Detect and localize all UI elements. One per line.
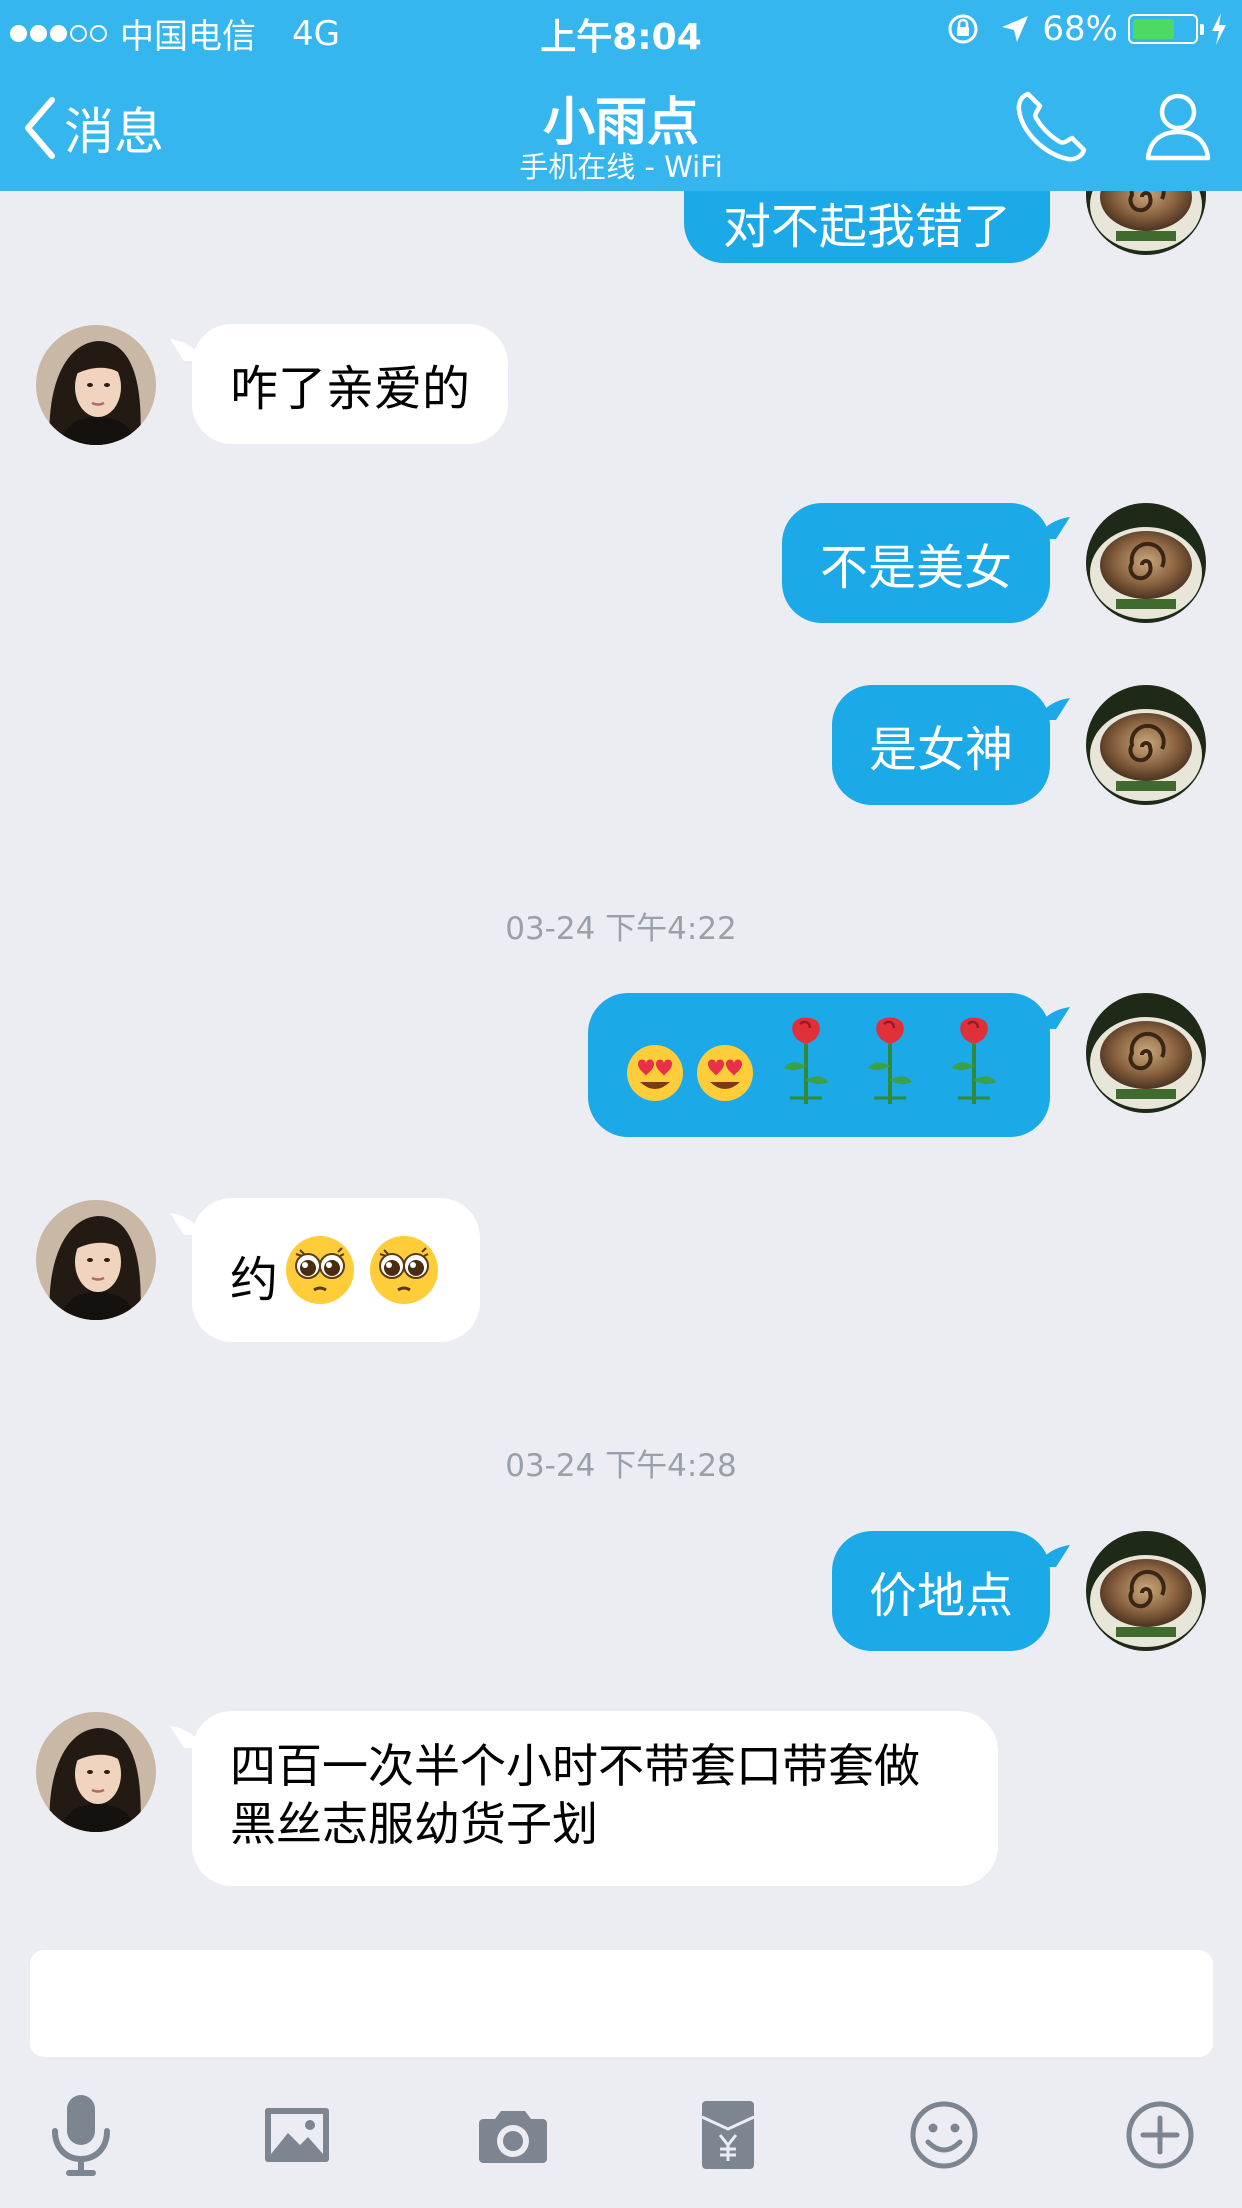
microphone-icon (52, 2095, 110, 2176)
woman-portrait-image (36, 1712, 156, 1832)
red-packet-icon (701, 2101, 755, 2169)
battery-level-fill (1133, 19, 1174, 39)
pleading-face-icon (286, 1236, 355, 1304)
message-text: 咋了亲爱的 (230, 361, 471, 417)
coffee-cup-image (1086, 685, 1206, 805)
rose-icon (784, 1017, 828, 1104)
message-text: 对不起我错了 (722, 199, 1011, 255)
coffee-cup-image (1086, 1531, 1206, 1651)
camera-button[interactable] (468, 2090, 558, 2180)
image-button[interactable] (252, 2090, 342, 2180)
charging-bolt-icon (1212, 13, 1226, 45)
message-bubble-incoming[interactable]: 约 (192, 1198, 480, 1342)
status-bar: 中国电信 4G 上午8:04 68% (0, 0, 1242, 60)
message-text: 是女神 (868, 722, 1013, 778)
coffee-cup-image (1086, 503, 1206, 623)
message-text: 不是美女 (819, 540, 1012, 596)
input-toolbar (0, 2090, 1242, 2200)
contact-avatar[interactable] (36, 325, 156, 445)
contact-avatar[interactable] (36, 1712, 156, 1832)
coffee-cup-image (1086, 993, 1206, 1113)
contact-avatar[interactable] (36, 1200, 156, 1320)
message-bubble-outgoing[interactable]: 价地点 (832, 1531, 1050, 1651)
timestamp: 03-24 下午4:28 (505, 1448, 737, 1484)
woman-portrait-image (36, 325, 156, 445)
message-bubble-incoming[interactable]: 咋了亲爱的 (192, 324, 508, 444)
my-avatar[interactable] (1086, 503, 1206, 623)
message-input[interactable] (30, 1950, 1213, 2057)
plus-icon (1126, 2101, 1194, 2169)
woman-portrait-image (36, 1200, 156, 1320)
header: 中国电信 4G 上午8:04 68% 消息 小雨点 手机在线 - WiFi (0, 0, 1242, 191)
more-button[interactable] (1115, 2090, 1205, 2180)
message-bubble-outgoing[interactable]: 对不起我错了 (684, 191, 1050, 263)
my-avatar[interactable] (1086, 993, 1206, 1113)
pleading-face-icon (370, 1236, 439, 1304)
chat-area[interactable]: 对不起我错了 咋了亲爱的 不是美女 是女神 03-24 下午4:22 约 03-… (0, 191, 1242, 1936)
person-icon (1145, 93, 1211, 161)
message-text-line-2: 黑丝志服幼货子划 (230, 1797, 598, 1851)
phone-icon (1016, 91, 1087, 162)
bubble-tail (1036, 1007, 1070, 1029)
location-arrow-icon (1002, 16, 1029, 42)
bubble-tail (1036, 1545, 1070, 1567)
emoji-button[interactable] (899, 2090, 989, 2180)
rose-icon (868, 1017, 912, 1104)
message-text: 价地点 (868, 1568, 1013, 1624)
red-packet-button[interactable] (683, 2090, 773, 2180)
message-text-line-1: 四百一次半个小时不带套口带套做 (230, 1739, 920, 1793)
my-avatar[interactable] (1086, 1531, 1206, 1651)
bubble-tail (1036, 517, 1070, 539)
call-button[interactable] (1012, 88, 1090, 170)
timestamp: 03-24 下午4:22 (505, 911, 737, 947)
emoji-icon (910, 2101, 978, 2169)
bubble-tail (1036, 698, 1070, 720)
battery-percent: 68% (1042, 9, 1118, 49)
message-bubble-incoming[interactable]: 四百一次半个小时不带套口带套做 黑丝志服幼货子划 (192, 1711, 998, 1886)
camera-icon (479, 2111, 547, 2163)
heart-eyes-face-icon (627, 1045, 683, 1101)
coffee-cup-image (1086, 191, 1206, 255)
my-avatar[interactable] (1086, 685, 1206, 805)
message-bubble-outgoing[interactable]: 是女神 (832, 685, 1050, 805)
rotation-lock-icon (948, 14, 978, 44)
battery-icon (1128, 14, 1198, 44)
my-avatar[interactable] (1086, 191, 1206, 255)
rose-icon (952, 1017, 996, 1104)
image-icon (265, 2108, 329, 2162)
message-text: 约 (230, 1252, 279, 1308)
message-bubble-outgoing[interactable]: 不是美女 (782, 503, 1050, 623)
voice-button[interactable] (36, 2090, 126, 2180)
profile-button[interactable] (1142, 90, 1214, 166)
message-bubble-outgoing[interactable] (588, 993, 1050, 1137)
heart-eyes-face-icon (697, 1045, 753, 1101)
